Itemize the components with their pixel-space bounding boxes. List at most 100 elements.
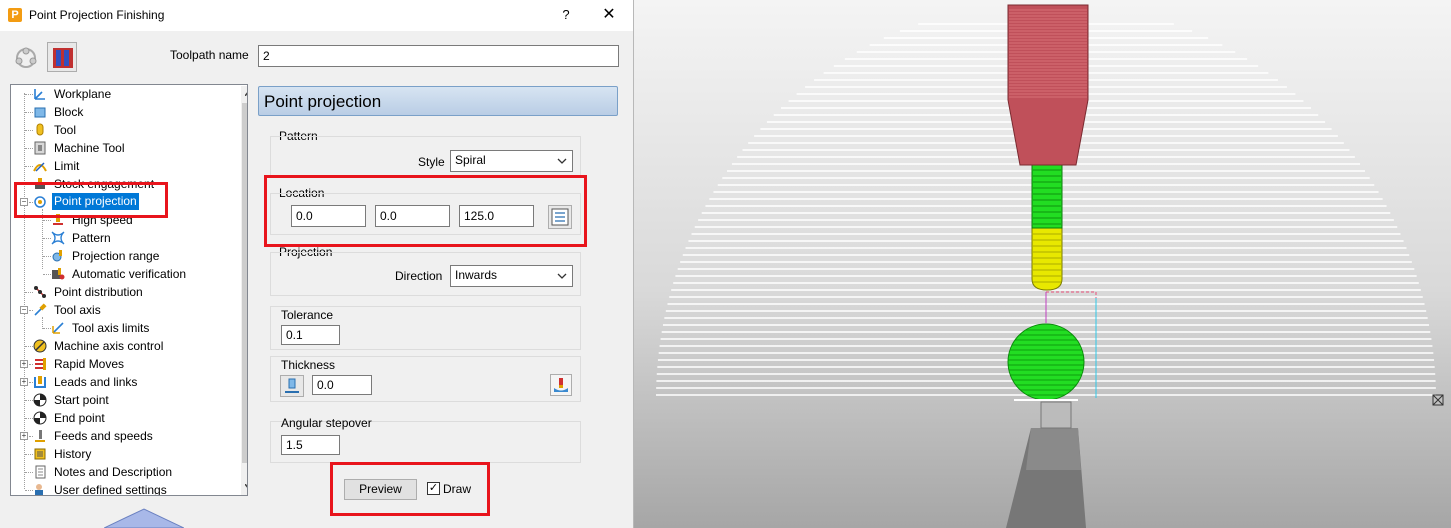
- title-bar: P Point Projection Finishing ? ✕: [0, 0, 633, 31]
- tree-line: [25, 94, 33, 96]
- tool-shank: [1031, 227, 1063, 291]
- tree-item-label: End point: [54, 411, 105, 425]
- machine-axis-control-icon: [33, 339, 47, 353]
- tree-item-label: Notes and Description: [54, 465, 173, 479]
- thickness-tool-icon: [285, 378, 299, 393]
- tree-line: [25, 454, 33, 456]
- tree-scrollbar[interactable]: [241, 86, 248, 495]
- tree-collapse-toggle[interactable]: −: [20, 306, 28, 314]
- highlight-preview-draw: [330, 462, 490, 516]
- chevron-down-icon: [557, 273, 567, 279]
- toolpath-settings-tree: Workplane Block Tool Machine Tool Limit …: [10, 84, 248, 496]
- tree-item-label: Rapid Moves: [54, 357, 125, 371]
- tree-line: [24, 93, 26, 489]
- tree-line: [25, 112, 33, 114]
- tree-item-label: User defined settings: [54, 483, 167, 496]
- close-button[interactable]: ✕: [598, 5, 620, 25]
- tree-line: [43, 220, 51, 222]
- tree-item-label: Pattern: [72, 231, 111, 245]
- tolerance-input[interactable]: [281, 325, 340, 345]
- history-icon: [34, 448, 46, 460]
- tree-expand-toggle[interactable]: +: [20, 378, 28, 386]
- style-select-value: Spiral: [455, 153, 486, 167]
- tree-item-label: Tool axis limits: [72, 321, 150, 335]
- toolpath-info-button[interactable]: [47, 42, 77, 72]
- highlight-location-group: [264, 175, 587, 247]
- notes-icon: [35, 465, 46, 479]
- tree-item-label: Leads and links: [54, 375, 138, 389]
- tree-expand-toggle[interactable]: +: [20, 360, 28, 368]
- tree-item-label: History: [54, 447, 92, 461]
- user-settings-icon: [35, 484, 43, 495]
- tree-item-label: Machine axis control: [54, 339, 164, 353]
- toolpath-name-label: Toolpath name: [170, 48, 249, 62]
- tree-item-label: Tool: [54, 123, 77, 137]
- tree-item-label: Automatic verification: [72, 267, 187, 281]
- limit-icon: [33, 162, 47, 172]
- toolpath-name-input[interactable]: [258, 45, 619, 67]
- tree-line: [25, 490, 33, 492]
- tree-line: [25, 166, 33, 168]
- component-thickness-button[interactable]: [550, 374, 572, 396]
- window-title: Point Projection Finishing: [29, 8, 165, 22]
- direction-select-value: Inwards: [455, 268, 498, 282]
- help-button[interactable]: ?: [556, 5, 576, 25]
- tree-item-label: Workplane: [54, 87, 112, 101]
- machine-tool-icon: [34, 141, 46, 155]
- strategy-selector-button[interactable]: [10, 42, 40, 72]
- expand-triangle-icon[interactable]: [104, 508, 184, 528]
- point-distribution-icon: [34, 286, 46, 298]
- block-icon: [34, 107, 46, 118]
- tree-scroll-thumb[interactable]: [242, 103, 247, 463]
- thickness-label: Thickness: [281, 358, 336, 372]
- panel-header: Point projection: [258, 86, 618, 116]
- automatic-verification-icon: [52, 268, 65, 280]
- tree-line: [25, 292, 33, 294]
- tree-line: [43, 274, 51, 276]
- leads-and-links-icon: [34, 376, 46, 388]
- direction-select[interactable]: Inwards: [450, 265, 573, 287]
- tool-icon: [36, 123, 44, 136]
- tree-item-label: Machine Tool: [54, 141, 125, 155]
- tree-line: [25, 472, 33, 474]
- tree-item-label: Tool axis: [54, 303, 101, 317]
- tool-axis-limits-icon: [52, 322, 64, 334]
- thickness-settings-button[interactable]: [280, 375, 304, 397]
- tree-line: [43, 256, 51, 258]
- graphics-viewport[interactable]: [634, 0, 1451, 528]
- tree-line: [25, 346, 33, 348]
- style-select[interactable]: Spiral: [450, 150, 573, 172]
- thickness-input[interactable]: [312, 375, 372, 395]
- tree-line: [43, 238, 51, 240]
- workplane-icon: [34, 89, 45, 100]
- app-icon: P: [8, 8, 22, 22]
- tree-expand-toggle[interactable]: +: [20, 432, 28, 440]
- spindle-collar: [1040, 401, 1072, 429]
- holder-cone-shade: [1026, 428, 1081, 470]
- tree-item-label: Limit: [54, 159, 80, 173]
- end-point-icon: [33, 411, 47, 425]
- scroll-down-icon[interactable]: [245, 484, 248, 490]
- tree-line: [43, 328, 51, 330]
- tree-item-label: Point distribution: [54, 285, 143, 299]
- tree-item-label: Feeds and speeds: [54, 429, 153, 443]
- tree-line: [25, 418, 33, 420]
- tool-axis-icon: [34, 303, 47, 316]
- feeds-and-speeds-icon: [35, 430, 45, 442]
- pattern-icon: [51, 231, 65, 245]
- tree-item-label: Projection range: [72, 249, 160, 263]
- start-point-icon: [33, 393, 47, 407]
- direction-label: Direction: [395, 269, 443, 283]
- style-label: Style: [418, 155, 445, 169]
- tree-line: [25, 400, 33, 402]
- scroll-up-icon[interactable]: [245, 90, 248, 96]
- angular-stepover-input[interactable]: [281, 435, 340, 455]
- toolpath-image-icon: [53, 48, 73, 68]
- tree-line: [25, 130, 33, 132]
- panel-title: Point projection: [264, 92, 382, 111]
- rapid-moves-icon: [35, 358, 46, 370]
- component-thickness-icon: [554, 378, 568, 392]
- tolerance-label: Tolerance: [281, 308, 334, 322]
- tree-item-label: Start point: [54, 393, 109, 407]
- tree-line: [25, 148, 33, 150]
